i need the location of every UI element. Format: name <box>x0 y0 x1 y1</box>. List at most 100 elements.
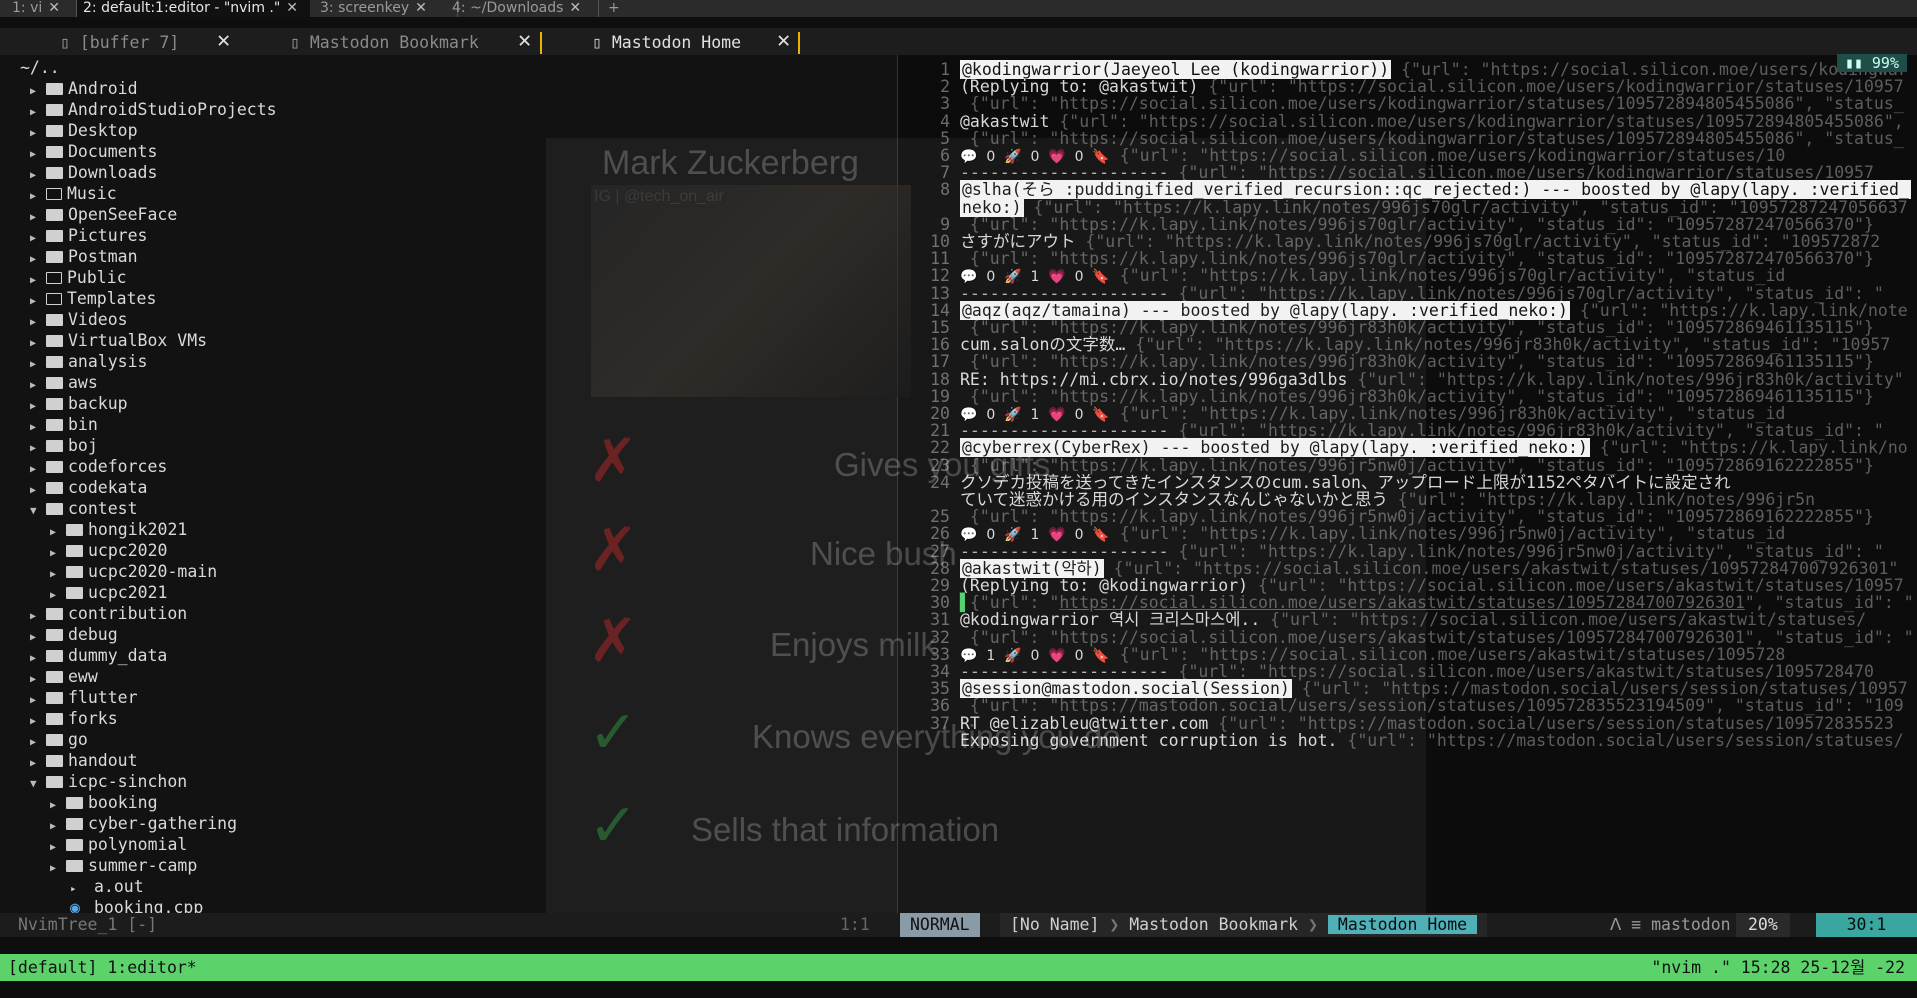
tree-item[interactable]: ▶ VirtualBox VMs <box>30 330 207 351</box>
terminal-tab-3[interactable]: 3: screenkey ✕ <box>308 0 458 17</box>
folder-icon <box>66 860 83 872</box>
tree-item[interactable]: ▶ ucpc2020-main <box>50 561 217 582</box>
tree-root[interactable]: ~/.. <box>20 57 60 78</box>
tree-item[interactable]: ▶ boj <box>30 435 98 456</box>
close-icon[interactable]: ✕ <box>415 0 427 16</box>
folder-icon <box>46 167 63 179</box>
tree-item-label: icpc-sinchon <box>68 772 188 791</box>
tree-item-label: booking <box>88 793 158 812</box>
tree-item[interactable]: ▶ polynomial <box>50 834 187 855</box>
folder-icon <box>46 650 63 662</box>
chevron-right-icon: ▶ <box>50 863 57 874</box>
tree-item[interactable]: ▶ dummy_data <box>30 645 167 666</box>
tree-item-label: VirtualBox VMs <box>68 331 208 350</box>
folder-icon <box>46 419 63 431</box>
breadcrumb-item[interactable]: [No Name] <box>1010 915 1099 934</box>
tree-item[interactable]: ▶ ucpc2021 <box>50 582 167 603</box>
terminal-tab-2[interactable]: 2: default:1:editor - "nvim ." ✕ <box>77 0 310 17</box>
tree-item[interactable]: ▶ Downloads <box>30 162 157 183</box>
tree-item-label: dummy_data <box>68 646 168 665</box>
chevron-right-icon: ❯ <box>1308 915 1318 934</box>
tree-item[interactable]: ▶ OpenSeeFace <box>30 204 177 225</box>
tree-item-label: Public <box>67 268 127 287</box>
tree-item[interactable]: ▼ contest <box>30 498 138 519</box>
tree-item-label: Postman <box>68 247 138 266</box>
editor-pane[interactable]: 1 @kodingwarrior(Jaeyeol Lee (kodingwarri… <box>898 55 1917 913</box>
tree-item[interactable]: ▶ codekata <box>30 477 147 498</box>
tree-item[interactable]: ▶ Android <box>30 78 138 99</box>
buffer-tab-2[interactable]: ▯ Mastodon Bookmark ✕ <box>290 30 531 54</box>
folder-icon <box>66 839 83 851</box>
tree-item-label: Templates <box>67 289 157 308</box>
mode-indicator: NORMAL <box>900 913 980 937</box>
tree-item[interactable]: ▸ a.out <box>70 876 144 897</box>
tree-item-label: Videos <box>68 310 128 329</box>
tree-item[interactable]: ▶ Documents <box>30 141 157 162</box>
folder-icon <box>46 188 62 200</box>
statusline: NvimTree_1 [-] 1:1 NORMAL [No Name] ❯ Ma… <box>0 913 1917 937</box>
tree-item[interactable]: ▶ flutter <box>30 687 138 708</box>
tree-item[interactable]: ▶ Desktop <box>30 120 138 141</box>
tree-item[interactable]: ▶ contribution <box>30 603 187 624</box>
tree-item[interactable]: ▶ Music <box>30 183 117 204</box>
close-icon[interactable]: ✕ <box>286 0 298 16</box>
folder-icon <box>46 377 63 389</box>
tree-item-label: contest <box>68 499 138 518</box>
tmux-session: [default] 1:editor* <box>8 958 197 977</box>
tree-item[interactable]: ▶ AndroidStudioProjects <box>30 99 277 120</box>
tree-item[interactable]: ▶ backup <box>30 393 128 414</box>
tree-item[interactable]: ▶ cyber-gathering <box>50 813 237 834</box>
tab-divider <box>798 32 800 54</box>
tree-item-label: AndroidStudioProjects <box>68 100 277 119</box>
tree-item[interactable]: ▶ Templates <box>30 288 156 309</box>
tree-item[interactable]: ▶ Videos <box>30 309 128 330</box>
tab-divider <box>540 32 542 54</box>
executable-file-icon: ▸ <box>70 882 77 895</box>
tree-item-label: codekata <box>68 478 148 497</box>
tree-item[interactable]: ▶ Pictures <box>30 225 147 246</box>
terminal-tab-1[interactable]: 1: vi ✕ <box>0 0 77 17</box>
close-icon[interactable]: ✕ <box>518 30 531 52</box>
line-number: 8 <box>940 180 950 200</box>
tree-item[interactable]: ▶ analysis <box>30 351 147 372</box>
breadcrumb-item-active[interactable]: Mastodon Home <box>1327 915 1478 934</box>
buffer-tab-3[interactable]: ▯ Mastodon Home ✕ <box>592 30 790 54</box>
tree-item-label: Desktop <box>68 121 138 140</box>
tree-item[interactable]: ◉ booking.cpp <box>70 897 203 913</box>
tree-item[interactable]: ▶ bin <box>30 414 98 435</box>
tree-item[interactable]: ▶ codeforces <box>30 456 167 477</box>
tree-item[interactable]: ▶ forks <box>30 708 118 729</box>
tree-item[interactable]: ▶ aws <box>30 372 98 393</box>
file-icon: ▯ <box>60 33 70 52</box>
tree-item[interactable]: ▶ debug <box>30 624 118 645</box>
tree-item[interactable]: ▶ Postman <box>30 246 138 267</box>
folder-icon <box>46 713 63 725</box>
add-tab-button[interactable]: + <box>600 0 620 17</box>
terminal-tab-4[interactable]: 4: ~/Downloads ✕ <box>452 0 599 17</box>
close-icon[interactable]: ✕ <box>569 0 581 16</box>
cpp-file-icon: ◉ <box>70 898 80 913</box>
tree-item[interactable]: ▶ ucpc2020 <box>50 540 167 561</box>
tree-item[interactable]: ▶ booking <box>50 792 158 813</box>
breadcrumb-item[interactable]: Mastodon Bookmark <box>1129 915 1298 934</box>
tree-item[interactable]: ▶ handout <box>30 750 138 771</box>
folder-icon <box>46 482 63 494</box>
tree-item[interactable]: ▶ hongik2021 <box>50 519 187 540</box>
tree-item-label: OpenSeeFace <box>68 205 178 224</box>
buffer-tab-1[interactable]: ▯ [buffer 7] ✕ <box>60 30 230 54</box>
file-tree[interactable]: ~/.. ▶ Android ▶ AndroidStudioProjects ▶ Deskt… <box>0 55 897 913</box>
tree-item-label: boj <box>68 436 98 455</box>
tree-item[interactable]: ▼ icpc-sinchon <box>30 771 187 792</box>
folder-icon <box>46 104 63 116</box>
close-icon[interactable]: ✕ <box>217 30 230 52</box>
folder-icon <box>46 314 63 326</box>
folder-icon <box>46 83 63 95</box>
close-icon[interactable]: ✕ <box>777 30 790 52</box>
tree-item[interactable]: ▶ go <box>30 729 88 750</box>
close-icon[interactable]: ✕ <box>48 0 60 16</box>
tree-item[interactable]: ▶ summer-camp <box>50 855 197 876</box>
tree-item[interactable]: ▶ Public <box>30 267 127 288</box>
tree-item[interactable]: ▶ eww <box>30 666 98 687</box>
tree-item-label: ucpc2020 <box>88 541 168 560</box>
folder-open-icon <box>46 503 63 515</box>
